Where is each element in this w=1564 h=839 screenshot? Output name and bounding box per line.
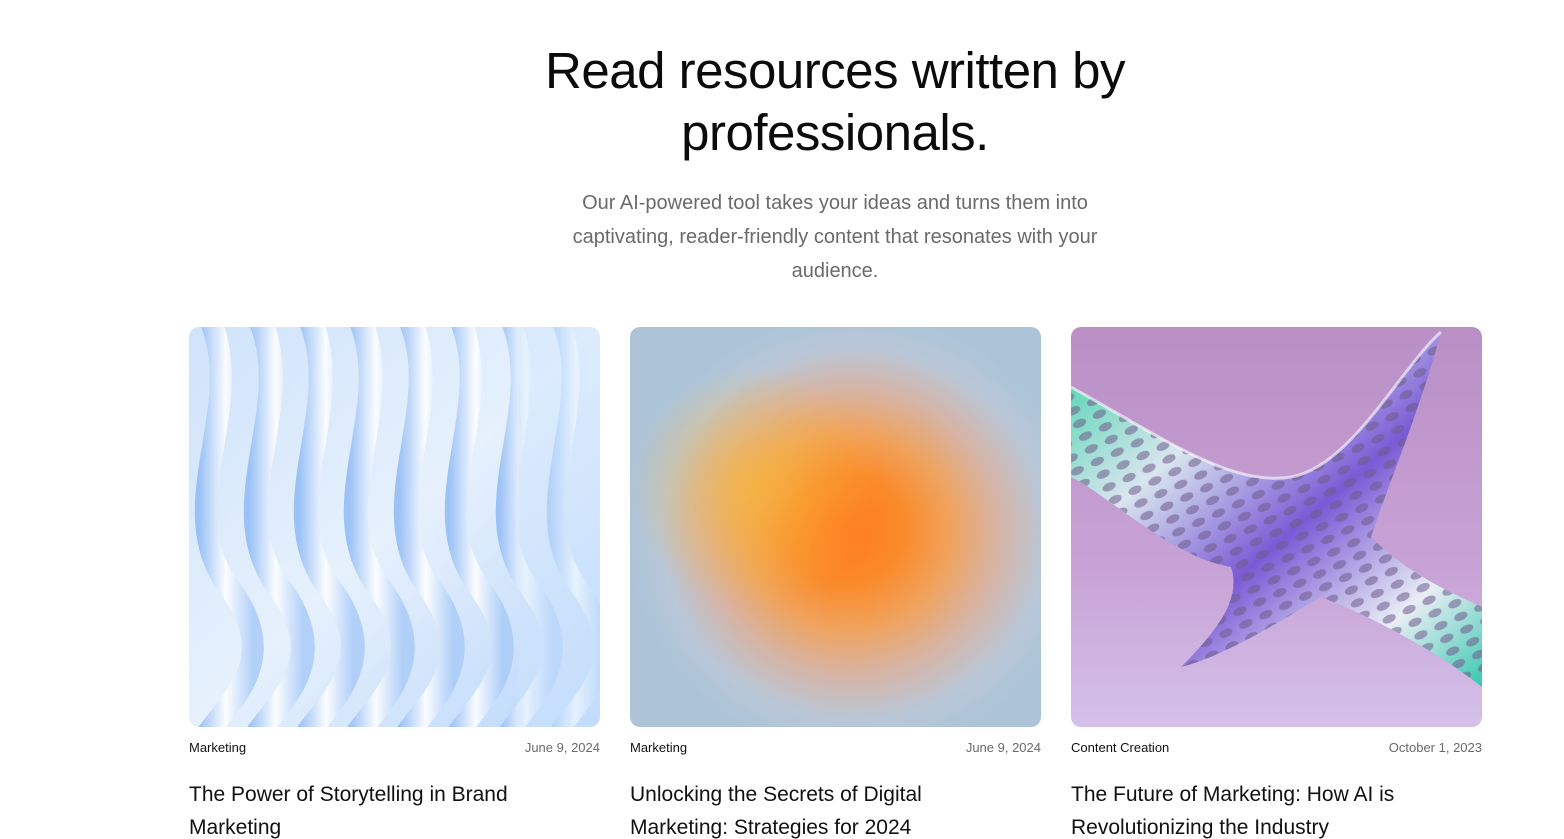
- card-date: October 1, 2023: [1388, 740, 1482, 755]
- resource-card[interactable]: Marketing June 9, 2024 Unlocking the Sec…: [630, 327, 1041, 839]
- card-title[interactable]: The Future of Marketing: How AI is Revol…: [1071, 778, 1431, 839]
- resource-card[interactable]: Marketing June 9, 2024 The Power of Stor…: [189, 327, 600, 839]
- section-subtitle: Our AI-powered tool takes your ideas and…: [572, 192, 1098, 282]
- card-meta: Marketing June 9, 2024: [630, 740, 1041, 756]
- card-date: June 9, 2024: [965, 740, 1041, 755]
- resources-page: Read resources written by professionals.…: [0, 0, 1564, 839]
- resources-hero: Read resources written by professionals.…: [0, 40, 1564, 288]
- card-category[interactable]: Content Creation: [1071, 740, 1169, 756]
- card-image-orange-gradient[interactable]: [630, 327, 1041, 727]
- resource-card[interactable]: Content Creation October 1, 2023 The Fut…: [1071, 327, 1482, 839]
- card-date: June 9, 2024: [524, 740, 600, 755]
- card-image-blue-waves[interactable]: [189, 327, 600, 727]
- card-meta: Marketing June 9, 2024: [189, 740, 600, 756]
- card-title[interactable]: The Power of Storytelling in Brand Marke…: [189, 778, 549, 839]
- section-title-line-2: professionals.: [681, 104, 989, 161]
- card-meta: Content Creation October 1, 2023: [1071, 740, 1482, 756]
- card-category[interactable]: Marketing: [630, 740, 687, 756]
- section-title-line-1: Read resources written by: [545, 42, 1125, 99]
- card-category[interactable]: Marketing: [189, 740, 246, 756]
- card-image-iridescent-sculpture[interactable]: [1071, 327, 1482, 727]
- resource-cards: Marketing June 9, 2024 The Power of Stor…: [189, 327, 1483, 839]
- card-title[interactable]: Unlocking the Secrets of Digital Marketi…: [630, 778, 990, 839]
- section-title: Read resources written by professionals.: [0, 40, 1564, 164]
